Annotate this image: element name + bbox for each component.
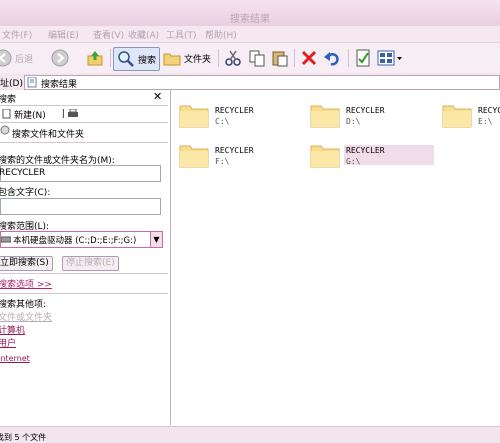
delete-x-icon [301,50,317,66]
undo-button[interactable] [323,47,341,69]
back-button[interactable]: 后退 [0,47,33,69]
result-name: RECYCLER [215,146,254,155]
delete-button[interactable] [300,47,318,69]
result-item-selected[interactable]: RECYCLER G:\ [310,140,440,180]
search-label: 搜索 [138,55,157,66]
search-options-link[interactable]: 搜索选项 >> [0,277,52,290]
undo-icon [324,52,339,66]
printer-icon[interactable] [67,109,79,119]
toolbar: 后退 搜索 文件夹 [0,43,500,74]
paste-button[interactable] [271,47,289,69]
search-button[interactable]: 搜索 [113,47,161,71]
result-path: F:\ [215,157,230,166]
scope-value: 本机硬盘驱动器 (C:;D:;E:;F:;G:) [13,236,137,246]
address-value: 搜索结果 [41,80,78,90]
magnifier-icon [118,51,134,67]
address-label: 址(D) [0,79,23,89]
status-text: 找到 5 个文件 [0,433,47,442]
window-title: 搜索结果 [230,14,270,25]
menu-tools[interactable]: 工具(T) [166,28,197,41]
paste-icon [272,51,288,67]
menu-file[interactable]: 文件(F) [2,28,32,41]
other-files-link[interactable]: 文件或文件夹 [0,310,52,323]
contains-text-input[interactable] [0,198,161,215]
address-input[interactable]: 搜索结果 [24,75,500,90]
up-folder-icon [87,51,103,66]
views-button[interactable] [377,47,403,69]
menu-edit[interactable]: 编辑(E) [48,28,79,41]
result-item[interactable]: RECYCLER F:\ [179,140,309,180]
copy-button[interactable] [248,47,266,69]
other-computers-link[interactable]: 计算机 [0,323,25,336]
new-label: 新建(N) [14,110,46,121]
dropdown-arrow-icon[interactable]: ▼ [150,232,162,247]
views-grid-icon [377,50,402,66]
result-name: RECYCLER [346,106,385,115]
folders-label: 文件夹 [184,54,212,65]
result-path: G:\ [346,157,361,166]
results-pane: RECYCLER C:\ RECYCLER D:\ RECYCLER E:\ R… [171,90,500,425]
other-items-heading: 搜索其他项: [0,300,47,310]
folders-icon [163,53,181,66]
result-item[interactable]: RECYCLER E:\ [442,100,500,140]
filename-input[interactable]: RECYCLER [0,165,161,182]
close-icon[interactable]: ✕ [153,90,162,103]
forward-button[interactable] [51,47,69,69]
cut-button[interactable] [224,47,242,69]
new-doc-icon [2,109,11,119]
text-field-label: 包含文字(C): [0,188,51,198]
new-search-button[interactable]: 新建(N) | [2,107,79,121]
up-folder-button[interactable] [86,47,104,69]
folders-button[interactable]: 文件夹 [163,47,211,69]
result-item[interactable]: RECYCLER C:\ [179,100,309,140]
other-internet-link[interactable]: Internet [0,354,30,363]
result-name: RECYCLER [215,106,254,115]
result-name: RECYCLER [478,106,500,115]
menu-help[interactable]: 帮助(H) [205,28,237,41]
search-heading: 搜索文件和文件夹 [12,130,85,140]
folder-icon [310,145,340,168]
other-people-link[interactable]: 用户 [0,336,16,349]
scissors-icon [225,50,241,66]
back-arrow-icon [0,49,12,67]
folder-icon [179,105,209,128]
folder-icon [442,105,472,128]
folder-icon [179,145,209,168]
copy-icon [249,50,265,67]
forward-arrow-icon [51,49,69,67]
menu-bar: 文件(F) 编辑(E) 查看(V) 收藏(A) 工具(T) 帮助(H) [0,26,500,43]
filename-value: RECYCLER [0,168,46,178]
status-bar: 找到 5 个文件 [0,426,500,443]
result-path: D:\ [346,117,361,126]
back-label: 后退 [15,54,34,65]
result-path: E:\ [478,117,493,126]
result-path: C:\ [215,117,230,126]
properties-icon [356,49,370,67]
search-panel: 搜索 ✕ 新建(N) | 搜索文件和文件夹 搜索的文件或文件夹名为(M): RE… [0,90,171,425]
menu-view[interactable]: 查看(V) [93,28,124,41]
hard-drive-icon [1,236,11,243]
folder-icon [310,105,340,128]
scope-select[interactable]: 本机硬盘驱动器 (C:;D:;E:;F:;G:) ▼ [0,231,163,248]
panel-header: 搜索 [0,95,17,105]
properties-button[interactable] [354,47,372,69]
result-item[interactable]: RECYCLER D:\ [310,100,440,140]
search-results-icon [27,77,37,88]
menu-favorites[interactable]: 收藏(A) [128,28,159,41]
search-dog-icon [0,125,10,135]
result-name: RECYCLER [346,146,385,155]
stop-search-button[interactable]: 停止搜索(E) [62,256,119,271]
search-now-button[interactable]: 立即搜索(S) [0,256,53,271]
